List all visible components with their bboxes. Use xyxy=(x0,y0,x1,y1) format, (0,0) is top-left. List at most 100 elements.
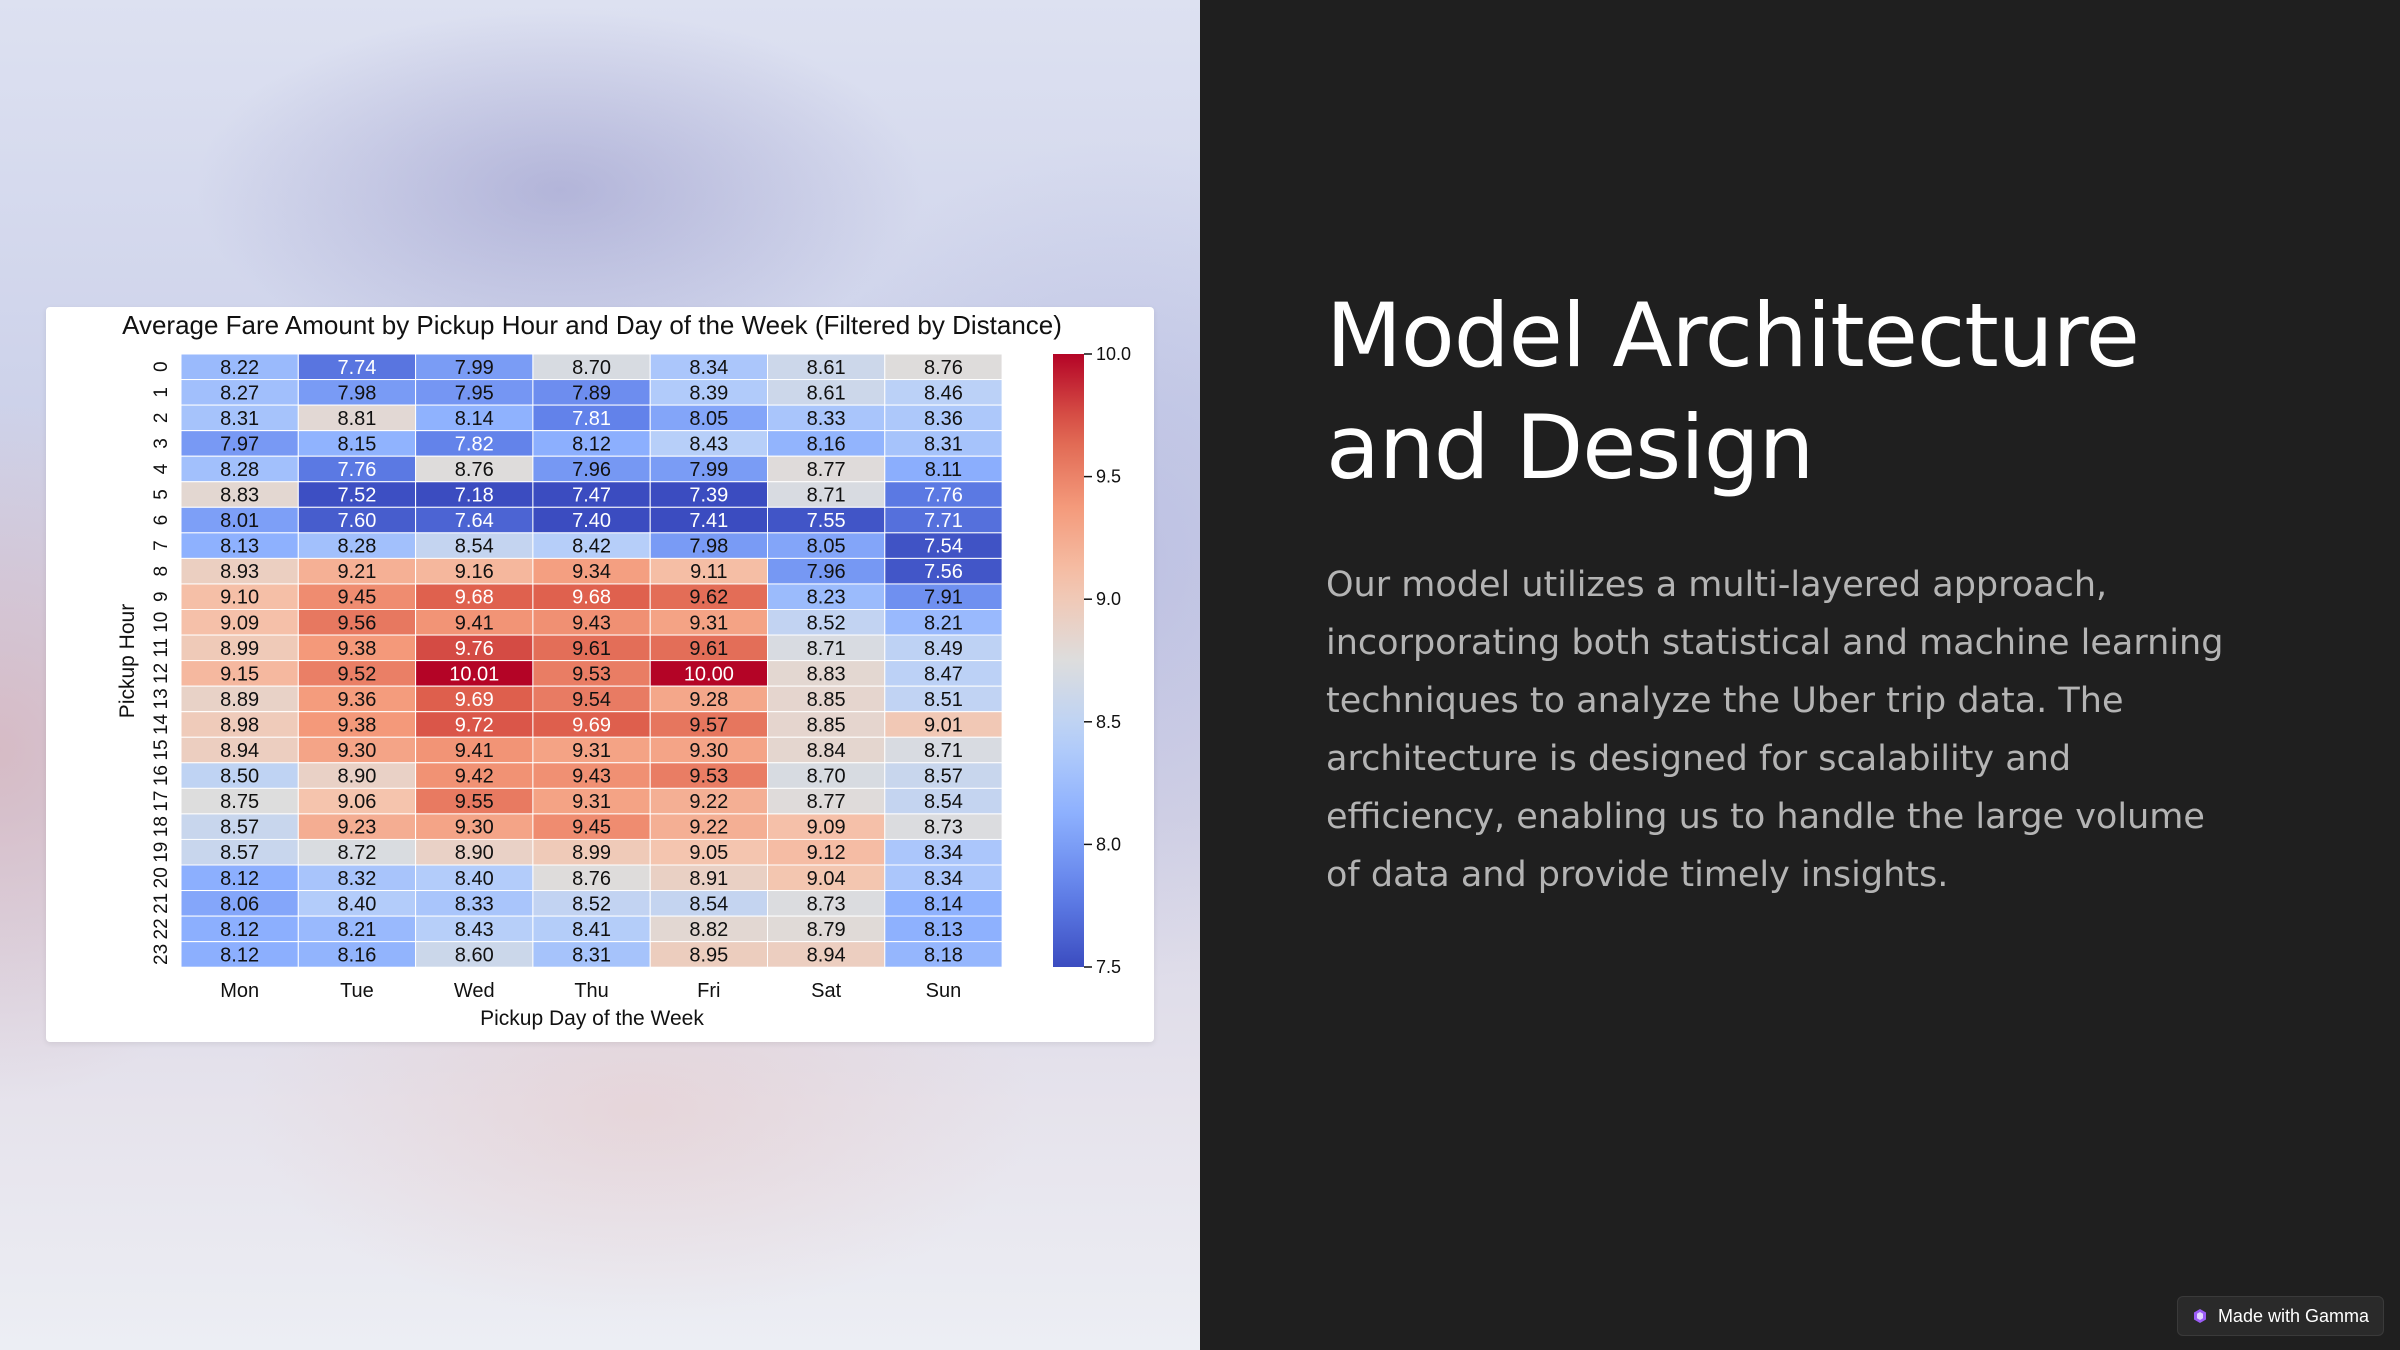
y-tick-label: 2 xyxy=(151,413,172,424)
cell-value-label: 9.31 xyxy=(572,740,611,762)
cell-value-label: 9.42 xyxy=(455,766,494,788)
cell-value-label: 7.82 xyxy=(455,433,494,455)
cell-value-label: 7.56 xyxy=(924,561,963,583)
cell-value-label: 7.95 xyxy=(455,382,494,404)
cell-value-label: 9.69 xyxy=(572,714,611,736)
heatmap-cells: 8.22 7.74 7.99 8.70 8.34 8.61 8.76 8.27 7.98 7.95… xyxy=(180,353,1003,968)
chart-card: Average Fare Amount by Pickup Hour and D… xyxy=(46,307,1154,1042)
cell-value-label: 8.72 xyxy=(337,842,376,864)
cell-value-label: 8.21 xyxy=(337,919,376,941)
cell-value-label: 8.33 xyxy=(455,893,494,915)
cell-value-label: 8.43 xyxy=(689,433,728,455)
cell-value-label: 7.96 xyxy=(807,561,846,583)
cell-value-label: 9.68 xyxy=(572,587,611,609)
cell-value-label: 8.49 xyxy=(924,638,963,660)
cell-value-label: 8.31 xyxy=(220,408,259,430)
cell-value-label: 9.10 xyxy=(220,587,259,609)
cell-value-label: 8.01 xyxy=(220,510,259,532)
cell-value-label: 7.98 xyxy=(689,536,728,558)
cell-value-label: 9.30 xyxy=(455,817,494,839)
cell-value-label: 9.53 xyxy=(572,663,611,685)
cell-value-label: 9.34 xyxy=(572,561,611,583)
y-tick-label: 16 xyxy=(151,765,172,786)
cell-value-label: 8.85 xyxy=(807,714,846,736)
x-tick-label: Mon xyxy=(220,980,259,1002)
cell-value-label: 8.21 xyxy=(924,612,963,634)
cell-value-label: 8.54 xyxy=(455,536,494,558)
cell-value-label: 8.22 xyxy=(220,357,259,379)
cell-value-label: 8.57 xyxy=(924,766,963,788)
cell-value-label: 9.21 xyxy=(337,561,376,583)
cell-value-label: 7.60 xyxy=(337,510,376,532)
cell-value-label: 7.18 xyxy=(455,485,494,507)
cell-value-label: 8.73 xyxy=(807,893,846,915)
cell-value-label: 7.47 xyxy=(572,485,611,507)
cell-value-label: 7.99 xyxy=(689,459,728,481)
x-tick-label: Sat xyxy=(811,980,841,1002)
cell-value-label: 7.54 xyxy=(924,536,963,558)
cell-value-label: 9.41 xyxy=(455,612,494,634)
cell-value-label: 8.76 xyxy=(924,357,963,379)
cell-value-label: 8.33 xyxy=(807,408,846,430)
cell-value-label: 9.43 xyxy=(572,766,611,788)
cell-value-label: 8.52 xyxy=(807,612,846,634)
chart-title: Average Fare Amount by Pickup Hour and D… xyxy=(122,310,1062,340)
cell-value-label: 9.69 xyxy=(455,689,494,711)
colorbar xyxy=(1053,354,1084,967)
gamma-logo-icon xyxy=(2193,1309,2206,1323)
cell-value-label: 8.32 xyxy=(337,868,376,890)
cell-value-label: 9.16 xyxy=(455,561,494,583)
cell-value-label: 8.52 xyxy=(572,893,611,915)
cell-value-label: 9.43 xyxy=(572,612,611,634)
cell-value-label: 9.28 xyxy=(689,689,728,711)
slide-body-text: Our model utilizes a multi-layered appro… xyxy=(1326,565,2224,895)
cell-value-label: 8.41 xyxy=(572,919,611,941)
cell-value-label: 7.81 xyxy=(572,408,611,430)
y-tick-label: 0 xyxy=(151,361,172,372)
colorbar-ticks: 7.5 8.0 8.5 9.0 9.5 10.0 xyxy=(1084,344,1131,977)
cell-value-label: 9.22 xyxy=(689,791,728,813)
cell-value-label: 9.31 xyxy=(689,612,728,634)
cell-value-label: 8.99 xyxy=(572,842,611,864)
made-with-gamma-badge[interactable]: Made with Gamma xyxy=(2176,1296,2384,1336)
cell-value-label: 9.30 xyxy=(689,740,728,762)
cell-value-label: 8.14 xyxy=(455,408,494,430)
cell-value-label: 8.40 xyxy=(455,868,494,890)
cell-value-label: 8.15 xyxy=(337,433,376,455)
cell-value-label: 8.99 xyxy=(220,638,259,660)
cell-value-label: 8.14 xyxy=(924,893,963,915)
cell-value-label: 8.77 xyxy=(807,459,846,481)
cell-value-label: 8.54 xyxy=(689,893,728,915)
cell-value-label: 8.42 xyxy=(572,536,611,558)
cell-value-label: 8.73 xyxy=(924,817,963,839)
cell-value-label: 8.28 xyxy=(220,459,259,481)
left-panel: Average Fare Amount by Pickup Hour and D… xyxy=(0,0,1200,1350)
cell-value-label: 8.90 xyxy=(337,766,376,788)
cell-value-label: 9.61 xyxy=(689,638,728,660)
cell-value-label: 9.38 xyxy=(337,638,376,660)
cell-value-label: 8.31 xyxy=(572,944,611,966)
colorbar-tick-label: 9.0 xyxy=(1096,589,1121,609)
cell-value-label: 9.15 xyxy=(220,663,259,685)
cell-value-label: 8.46 xyxy=(924,382,963,404)
colorbar-tick-label: 8.5 xyxy=(1096,712,1121,732)
cell-value-label: 7.91 xyxy=(924,587,963,609)
cell-value-label: 8.76 xyxy=(572,868,611,890)
x-tick-label: Wed xyxy=(454,980,495,1002)
y-tick-label: 18 xyxy=(151,816,172,837)
cell-value-label: 8.70 xyxy=(572,357,611,379)
cell-value-label: 7.74 xyxy=(337,357,376,379)
cell-value-label: 7.55 xyxy=(807,510,846,532)
cell-value-label: 7.76 xyxy=(924,485,963,507)
cell-value-label: 8.94 xyxy=(807,944,846,966)
y-tick-label: 15 xyxy=(151,739,172,760)
cell-value-label: 9.38 xyxy=(337,714,376,736)
cell-value-label: 8.70 xyxy=(807,766,846,788)
cell-value-label: 8.06 xyxy=(220,893,259,915)
cell-value-label: 9.61 xyxy=(572,638,611,660)
cell-value-label: 8.34 xyxy=(689,357,728,379)
cell-value-label: 8.91 xyxy=(689,868,728,890)
cell-value-label: 9.09 xyxy=(807,817,846,839)
cell-value-label: 7.40 xyxy=(572,510,611,532)
cell-value-label: 8.79 xyxy=(807,919,846,941)
